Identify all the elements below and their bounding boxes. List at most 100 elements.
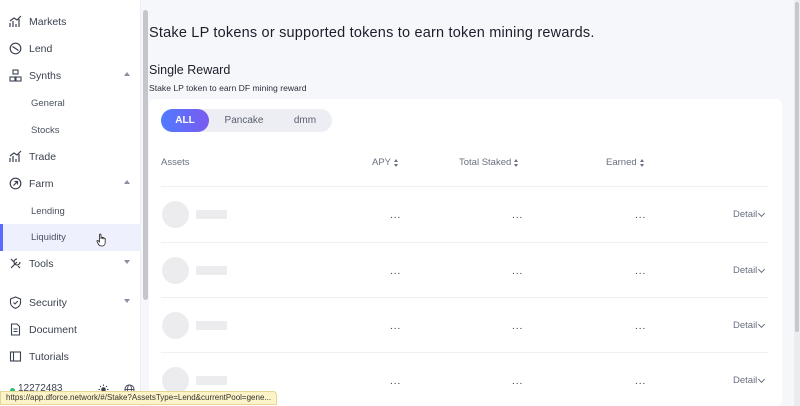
apy-value: ... [390,321,402,332]
sidebar-item-synths[interactable]: Synths [0,63,141,89]
detail-button[interactable]: Detail [733,375,766,386]
tab-dmm[interactable]: dmm [283,109,327,132]
sidebar-item-label: Tools [29,258,54,270]
sidebar-item-label: Stocks [31,125,60,136]
column-apy[interactable]: APY [372,157,399,168]
sidebar-scrollbar[interactable] [143,10,148,300]
earned-value: ... [635,321,647,332]
chevron-down-icon [758,375,766,383]
sidebar-subitem-general[interactable]: General [0,90,141,117]
chevron-down-icon [758,265,766,273]
document-icon [9,323,22,336]
sort-icon [514,158,519,167]
shield-icon [9,296,22,309]
lend-icon [9,42,22,55]
total-staked-value: ... [512,376,524,387]
asset-avatar-placeholder [162,201,189,228]
sidebar-item-label: Trade [29,151,57,163]
sidebar-item-security[interactable]: Security [0,290,141,316]
detail-button[interactable]: Detail [733,209,766,220]
sidebar-subitem-stocks[interactable]: Stocks [0,117,141,144]
asset-avatar-placeholder [162,257,189,284]
sidebar-item-label: Markets [29,16,67,28]
sidebar-item-label: Lend [29,43,53,55]
total-staked-value: ... [512,266,524,277]
table-row: ... ... ... Detail [161,242,768,298]
detail-button[interactable]: Detail [733,320,766,331]
apy-value: ... [390,266,402,277]
status-bar-url: https://app.dforce.network/#/Stake?Asset… [0,391,278,405]
section-subtitle: Stake LP token to earn DF mining reward [149,83,307,93]
sidebar-item-markets[interactable]: Markets [0,9,141,35]
asset-name-placeholder [196,210,227,219]
table-header: Assets APY Total Staked Earned [161,157,768,171]
sort-icon [394,158,399,167]
chevron-down-icon [124,299,130,303]
earned-value: ... [635,210,647,221]
sidebar-item-label: Liquidity [31,232,66,243]
page-scrollbar[interactable] [794,0,800,406]
sidebar-item-farm[interactable]: Farm [0,171,141,197]
column-label: Assets [161,157,190,168]
chart-icon [9,15,22,28]
trade-icon [9,150,22,163]
sidebar-item-label: Security [29,297,67,309]
sidebar-subitem-liquidity[interactable]: Liquidity [0,224,141,251]
detail-label: Detail [733,265,758,276]
page-title: Stake LP tokens or supported tokens to e… [149,25,595,41]
chevron-up-icon [124,72,130,76]
column-total-staked[interactable]: Total Staked [459,157,519,168]
sidebar-item-document[interactable]: Document [0,317,141,343]
sidebar-item-lend[interactable]: Lend [0,36,141,62]
chevron-down-icon [758,209,766,217]
sidebar-item-label: Farm [29,178,54,190]
apy-value: ... [390,210,402,221]
sidebar-item-trade[interactable]: Trade [0,144,141,170]
column-label: APY [372,157,392,168]
column-label: Earned [606,157,637,168]
pool-tabs: Pancake dmm ALL [161,109,332,132]
column-assets: Assets [161,157,190,168]
table-row: ... ... ... Detail [161,297,768,353]
asset-name-placeholder [196,376,227,385]
total-staked-value: ... [512,321,524,332]
column-earned[interactable]: Earned [606,157,645,168]
section-title: Single Reward [149,63,231,77]
sort-icon [639,158,645,167]
earned-value: ... [635,376,647,387]
farm-icon [9,177,22,190]
asset-avatar-placeholder [162,312,189,339]
sidebar-item-tools[interactable]: Tools [0,251,141,277]
sidebar-item-label: Lending [31,206,65,217]
tab-pancake[interactable]: Pancake [213,109,275,132]
column-label: Total Staked [459,157,512,168]
table-row: ... ... ... Detail [161,186,768,242]
apy-value: ... [390,376,402,387]
tutorials-icon [9,350,22,363]
asset-name-placeholder [196,321,227,330]
detail-button[interactable]: Detail [733,265,766,276]
sidebar-item-label: General [31,98,65,109]
sidebar-item-label: Tutorials [29,351,69,363]
detail-label: Detail [733,375,758,386]
pool-card: Pancake dmm ALL Assets APY Total Staked … [149,99,782,406]
chevron-down-icon [758,320,766,328]
synths-icon [9,69,22,82]
sidebar-item-tutorials[interactable]: Tutorials [0,344,141,370]
page-scrollbar-thumb[interactable] [795,2,799,332]
sidebar-subitem-lending[interactable]: Lending [0,198,141,225]
sidebar-item-label: Document [29,324,77,336]
chevron-down-icon [124,260,130,264]
sidebar-item-label: Synths [29,70,62,82]
total-staked-value: ... [512,210,524,221]
chevron-up-icon [124,180,130,184]
tools-icon [9,257,22,270]
hand-cursor-icon [96,233,108,247]
earned-value: ... [635,266,647,277]
tab-all[interactable]: ALL [161,109,209,132]
asset-name-placeholder [196,266,227,275]
detail-label: Detail [733,209,758,220]
asset-avatar-placeholder [162,367,189,394]
sidebar: Markets Lend Synths General Stocks Trade… [0,0,141,406]
detail-label: Detail [733,320,758,331]
